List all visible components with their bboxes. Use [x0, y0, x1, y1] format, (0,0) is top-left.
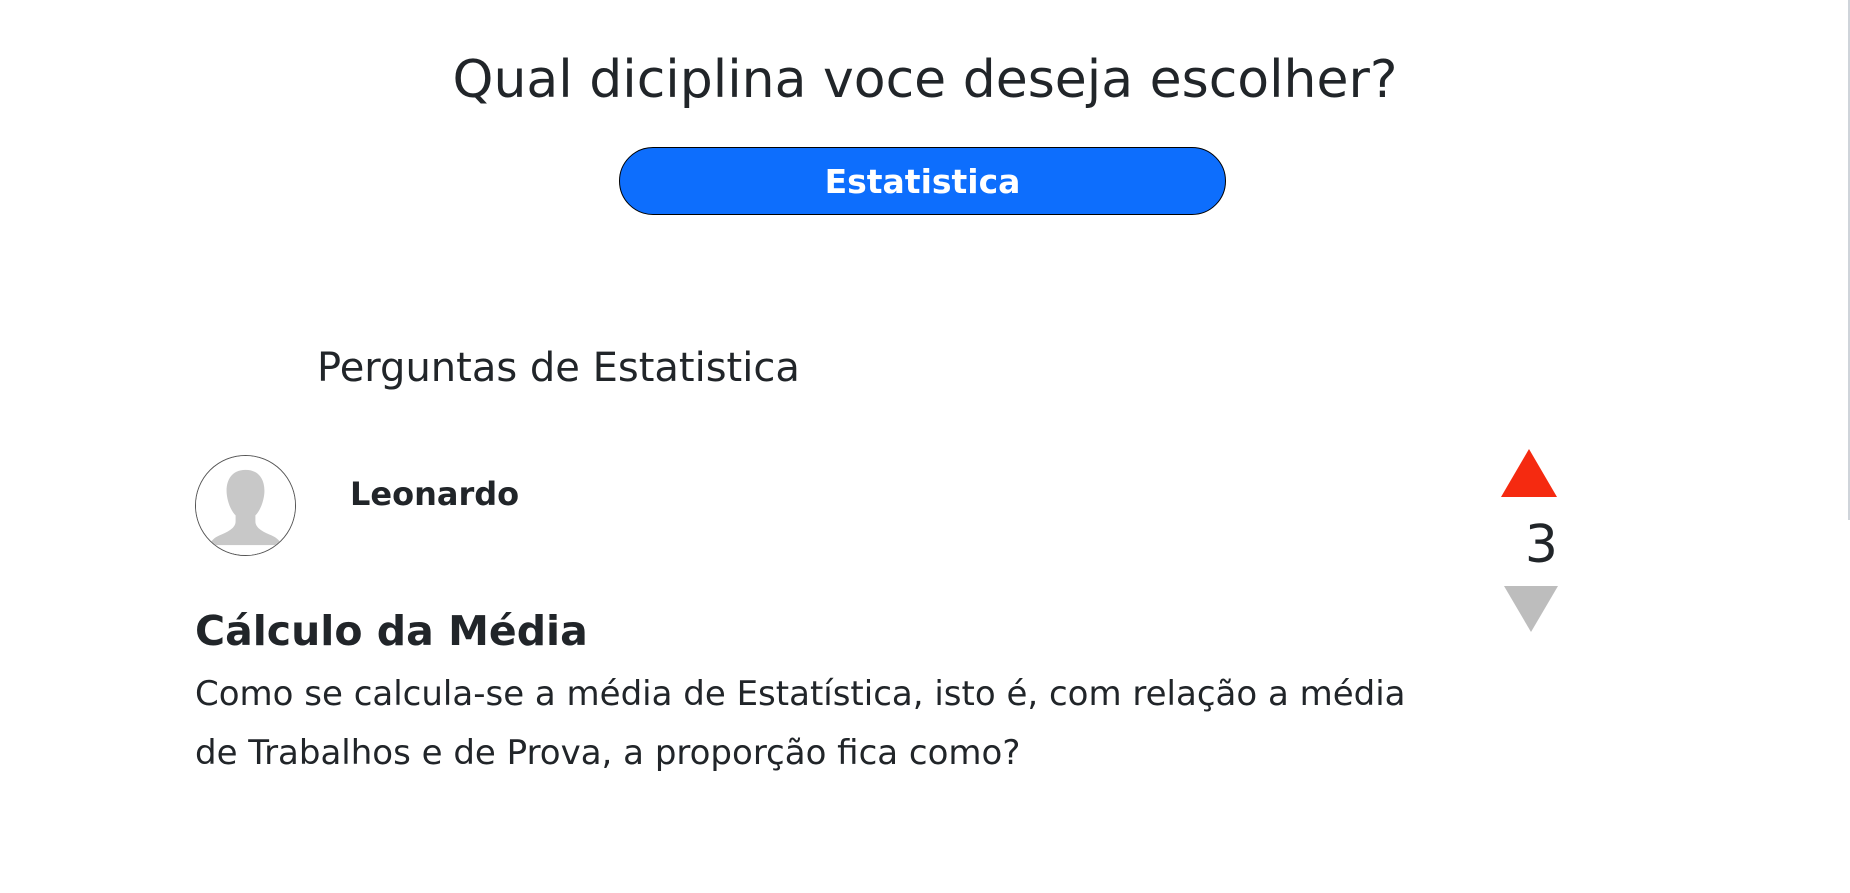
user-silhouette-icon [196, 456, 295, 555]
triangle-up-icon [1501, 449, 1557, 497]
section-title: Perguntas de Estatistica [317, 345, 800, 391]
avatar [195, 455, 296, 556]
triangle-down-icon [1504, 586, 1558, 632]
page: Qual diciplina voce deseja escolher? Est… [0, 0, 1850, 893]
question-body: Como se calcula-se a média de Estatístic… [195, 674, 1406, 773]
vote-count: 3 [1524, 515, 1558, 575]
downvote-button[interactable] [1504, 586, 1558, 632]
discipline-select-button[interactable]: Estatistica [619, 147, 1226, 215]
author-name: Leonardo [350, 475, 520, 513]
upvote-button[interactable] [1501, 449, 1557, 497]
question-title[interactable]: Cálculo da Média [195, 604, 588, 658]
page-title: Qual diciplina voce deseja escolher? [452, 50, 1398, 110]
